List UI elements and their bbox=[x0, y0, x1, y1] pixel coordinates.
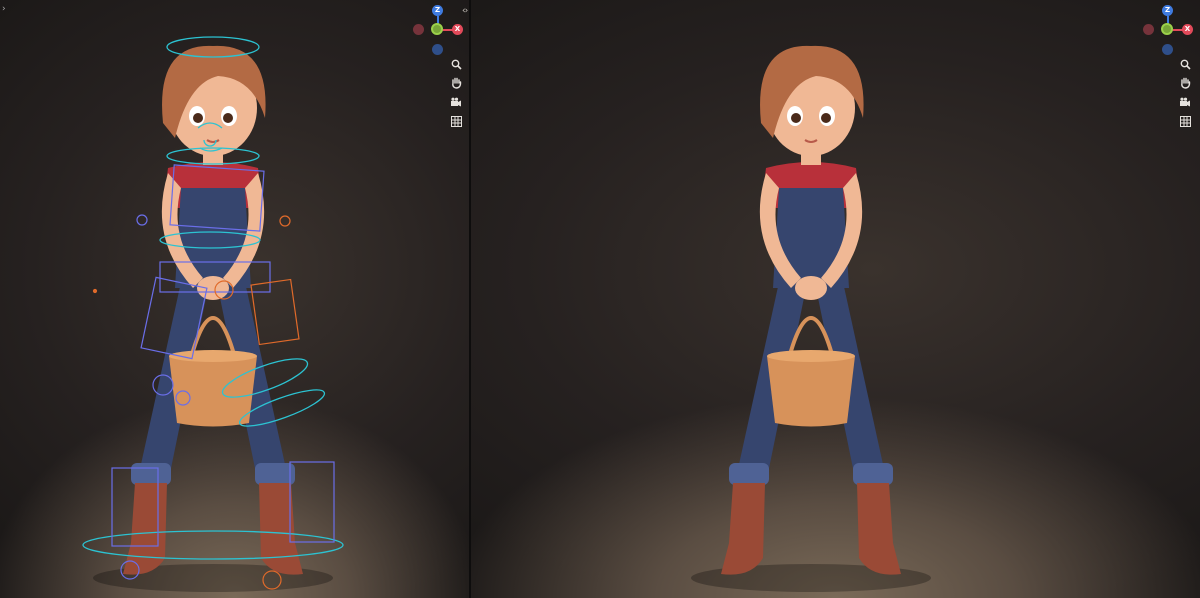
viewport-tools bbox=[1177, 56, 1193, 129]
camera-icon[interactable] bbox=[1177, 94, 1193, 110]
bucket-control-ring-2 bbox=[238, 389, 326, 427]
arm-box-right bbox=[250, 278, 300, 346]
neg-x-axis-handle[interactable] bbox=[413, 24, 424, 35]
bucket-rim bbox=[767, 350, 855, 362]
z-axis-handle[interactable]: Z bbox=[432, 5, 443, 16]
knee-pole-left-2 bbox=[175, 390, 191, 406]
hand-ctrl bbox=[214, 280, 234, 300]
torso-box bbox=[169, 164, 265, 232]
grid-icon[interactable] bbox=[1177, 113, 1193, 129]
rig-viewport[interactable]: › Z X bbox=[0, 0, 469, 598]
root-control-ring bbox=[82, 530, 344, 560]
cuff-left bbox=[729, 463, 769, 485]
zoom-icon[interactable] bbox=[448, 56, 464, 72]
hand-icon[interactable] bbox=[1177, 75, 1193, 91]
floor-marker bbox=[92, 288, 98, 294]
shoulder-ctrl-left bbox=[136, 214, 148, 226]
grid-icon[interactable] bbox=[448, 113, 464, 129]
pupil-left bbox=[791, 113, 801, 123]
foot-ik-right bbox=[262, 570, 282, 590]
head-control-ring bbox=[166, 36, 260, 58]
viewport-tools bbox=[448, 56, 464, 129]
boot-left bbox=[721, 483, 765, 575]
neg-z-axis-handle[interactable] bbox=[432, 44, 443, 55]
face-controls bbox=[197, 122, 223, 152]
z-axis-handle[interactable]: Z bbox=[1162, 5, 1173, 16]
knee-pole-left bbox=[152, 374, 174, 396]
split-arrows-icon[interactable]: ‹› bbox=[462, 6, 468, 16]
arm-box-left bbox=[140, 276, 208, 360]
chest-control-ring bbox=[159, 231, 261, 249]
foot-ik-left bbox=[120, 560, 140, 580]
rig-controls-overlay[interactable] bbox=[0, 0, 469, 598]
leg-box-right bbox=[289, 461, 335, 543]
bucket-control-ring bbox=[221, 358, 309, 398]
zoom-icon[interactable] bbox=[1177, 56, 1193, 72]
bucket bbox=[767, 356, 855, 427]
neg-x-axis-handle[interactable] bbox=[1143, 24, 1154, 35]
shoulder-ctrl-right bbox=[279, 215, 291, 227]
cuff-right bbox=[853, 463, 893, 485]
hands bbox=[795, 276, 827, 300]
camera-icon[interactable] bbox=[448, 94, 464, 110]
x-axis-handle[interactable]: X bbox=[452, 24, 463, 35]
character-render[interactable] bbox=[471, 0, 1200, 598]
navigation-gizmo[interactable]: Z X bbox=[412, 4, 468, 60]
navigation-gizmo[interactable]: Z X bbox=[1142, 4, 1198, 60]
hand-icon[interactable] bbox=[448, 75, 464, 91]
neg-z-axis-handle[interactable] bbox=[1162, 44, 1173, 55]
y-axis-handle[interactable] bbox=[1161, 23, 1173, 35]
render-viewport[interactable]: Z X bbox=[471, 0, 1200, 598]
boot-right bbox=[857, 483, 901, 575]
x-axis-handle[interactable]: X bbox=[1182, 24, 1193, 35]
y-axis-handle[interactable] bbox=[431, 23, 443, 35]
pupil-right bbox=[821, 113, 831, 123]
